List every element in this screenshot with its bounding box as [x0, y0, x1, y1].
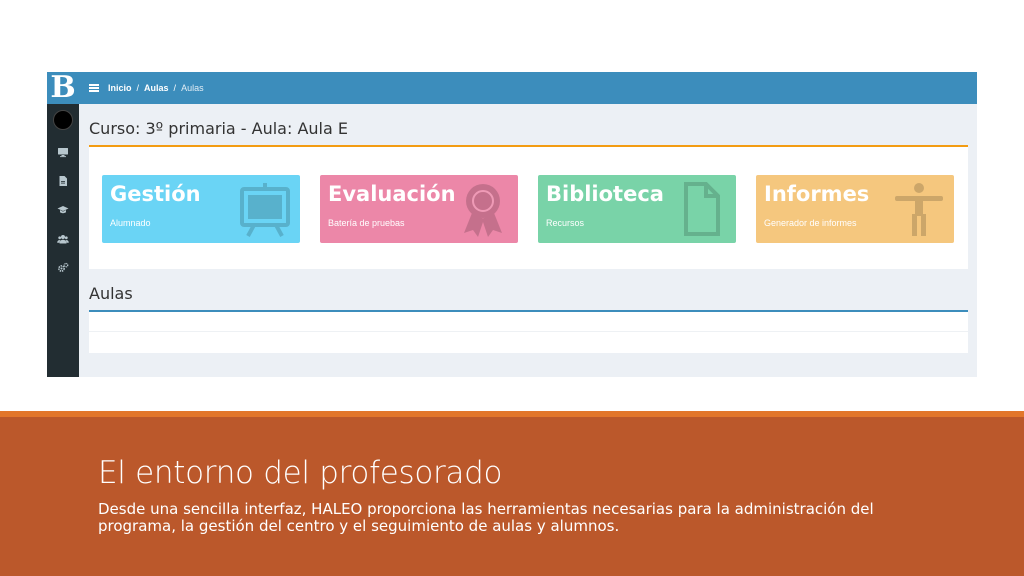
award-icon [454, 181, 512, 237]
table-divider [89, 331, 968, 332]
breadcrumb-aulas[interactable]: Aulas [144, 83, 169, 93]
section-title: Aulas [89, 284, 133, 303]
app-screenshot: B Inicio / Aulas / Aulas Curso: 3º prima… [47, 72, 977, 377]
tile-title: Informes [764, 182, 870, 206]
avatar[interactable] [53, 110, 73, 130]
tile-subtitle: Generador de informes [764, 218, 857, 228]
slide: B Inicio / Aulas / Aulas Curso: 3º prima… [0, 0, 1024, 576]
tile-subtitle: Alumnado [110, 218, 151, 228]
classrooms-box [89, 310, 968, 353]
graduation-cap-icon[interactable] [57, 204, 69, 216]
app-logo[interactable]: B [47, 72, 79, 104]
breadcrumb-inicio[interactable]: Inicio [108, 83, 132, 93]
easel-icon [236, 181, 294, 237]
menu-toggle-icon[interactable] [89, 84, 99, 92]
modules-box: Gestión Alumnado Evaluación Batería de p… [89, 145, 968, 269]
slide-body-text: Desde una sencilla interfaz, HALEO propo… [98, 500, 874, 535]
sidebar: B [47, 72, 79, 377]
tile-title: Evaluación [328, 182, 456, 206]
desktop-icon[interactable] [57, 146, 69, 158]
breadcrumb-separator: / [136, 83, 140, 93]
tile-informes[interactable]: Informes Generador de informes [756, 175, 954, 243]
tile-evaluacion[interactable]: Evaluación Batería de pruebas [320, 175, 518, 243]
tile-subtitle: Batería de pruebas [328, 218, 405, 228]
tile-subtitle: Recursos [546, 218, 585, 228]
accessibility-icon [890, 181, 948, 237]
tile-biblioteca[interactable]: Biblioteca Recursos [538, 175, 736, 243]
page-title: Curso: 3º primaria - Aula: Aula E [89, 119, 348, 138]
cogs-icon[interactable] [57, 262, 69, 274]
tile-title: Gestión [110, 182, 201, 206]
breadcrumb-separator: / [173, 83, 177, 93]
slide-title: El entorno del profesorado [98, 455, 503, 491]
users-icon[interactable] [57, 233, 69, 245]
top-navbar: Inicio / Aulas / Aulas [79, 72, 977, 104]
tile-title: Biblioteca [546, 182, 664, 206]
tile-gestion[interactable]: Gestión Alumnado [102, 175, 300, 243]
logo-letter: B [50, 72, 76, 105]
file-icon[interactable] [57, 175, 69, 187]
document-icon [672, 181, 730, 237]
breadcrumb-current: Aulas [181, 83, 204, 93]
caption-band [0, 417, 1024, 576]
